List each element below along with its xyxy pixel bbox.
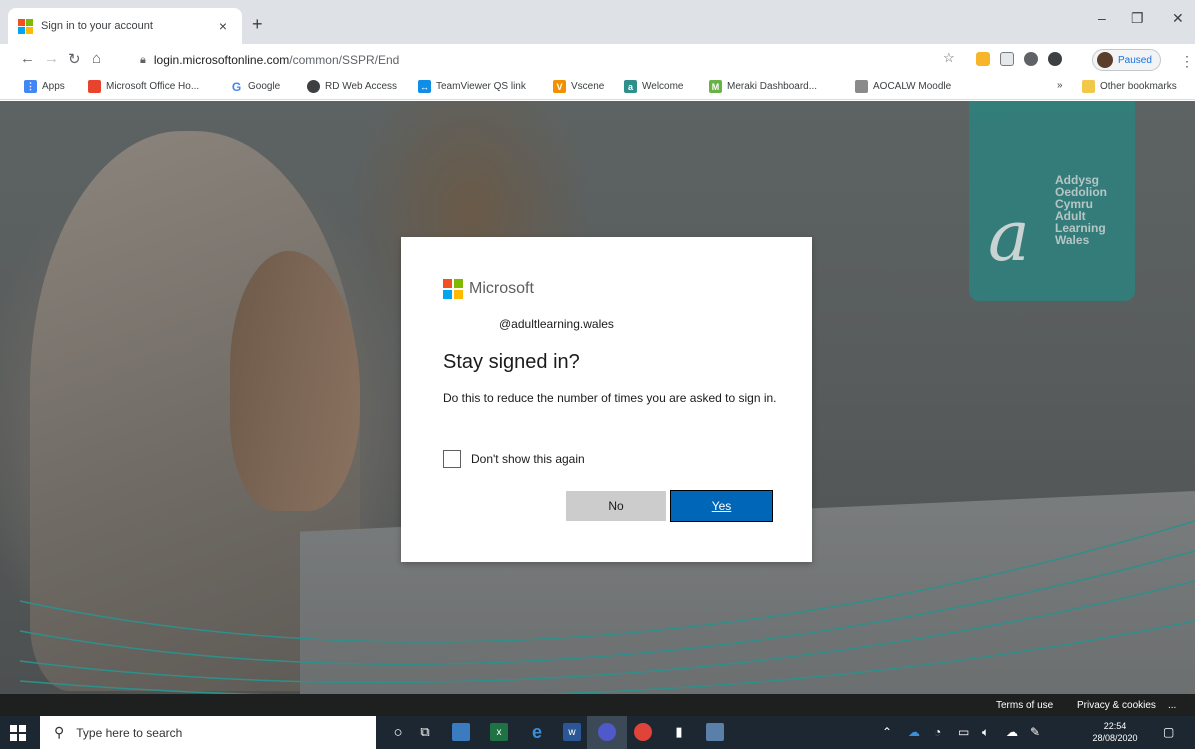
cortana-icon[interactable]: ○: [389, 723, 407, 741]
stay-signed-in-dialog: Microsoft @adultlearning.wales Stay sign…: [401, 237, 812, 562]
pen-icon[interactable]: ✎: [1030, 725, 1040, 739]
taskbar-search-placeholder: Type here to search: [76, 725, 183, 740]
extension-icon[interactable]: [976, 52, 990, 66]
volume-icon[interactable]: 🔈︎: [982, 725, 989, 740]
bookmark-google[interactable]: G Google: [230, 79, 280, 94]
meraki-icon: M: [709, 80, 722, 93]
terms-of-use-link[interactable]: Terms of use: [996, 700, 1053, 711]
more-options-link[interactable]: ...: [1168, 700, 1176, 711]
page-footer: Terms of use Privacy & cookies ...: [0, 694, 1195, 716]
minimize-button[interactable]: –: [1098, 10, 1106, 26]
bookmarks-overflow-button[interactable]: »: [1057, 80, 1063, 91]
vscene-icon: V: [553, 80, 566, 93]
close-window-button[interactable]: ✕: [1172, 10, 1184, 27]
lock-icon: 🔒︎: [140, 53, 146, 66]
teams-icon[interactable]: [598, 723, 616, 741]
bookmark-moodle[interactable]: AOCALW Moodle: [855, 80, 951, 93]
task-view-icon[interactable]: ⧉: [416, 723, 434, 741]
network-icon[interactable]: ◔: [934, 725, 941, 739]
brand-logo-icon: a: [988, 195, 1030, 277]
overflow-icon: »: [1057, 80, 1063, 91]
tab-title: Sign in to your account: [41, 20, 153, 32]
search-icon: ⚲: [54, 724, 65, 740]
bookmark-rd-web-access[interactable]: RD Web Access: [307, 80, 397, 93]
dont-show-again-row[interactable]: Don't show this again: [443, 450, 585, 468]
microsoft-logo: Microsoft: [443, 279, 534, 299]
bookmark-teamviewer[interactable]: ↔ TeamViewer QS link: [418, 80, 526, 93]
welcome-icon: a: [624, 80, 637, 93]
onedrive-icon[interactable]: ☁: [908, 725, 920, 739]
dont-show-again-checkbox[interactable]: [443, 450, 461, 468]
google-icon: G: [230, 79, 243, 94]
microsoft-wordmark: Microsoft: [469, 280, 534, 297]
url-host: login.microsoftonline.com: [153, 53, 290, 67]
avatar: [1097, 52, 1113, 68]
reload-icon[interactable]: ↻: [68, 50, 81, 68]
bookmark-welcome[interactable]: a Welcome: [624, 80, 684, 93]
browser-menu-icon[interactable]: ⋮: [1180, 53, 1194, 70]
internet-explorer-icon[interactable]: e: [528, 722, 546, 742]
taskbar-clock[interactable]: 22:54 28/08/2020: [1090, 720, 1140, 744]
extensions-puzzle-icon[interactable]: [1048, 52, 1062, 66]
browser-toolbar: ← → ↻ ⌂ 🔒︎ login.microsoftonline.com/com…: [0, 44, 1195, 76]
windows-start-icon[interactable]: [10, 725, 26, 741]
dialog-title: Stay signed in?: [443, 351, 580, 373]
remote-desktop-icon[interactable]: [706, 723, 724, 741]
bookmark-apps[interactable]: ⋮ Apps: [24, 80, 65, 93]
windows-taskbar: ⚲ Type here to search ○ ⧉ x e w ▮ ⌃ ☁ ◔ …: [0, 716, 1195, 749]
dont-show-again-label[interactable]: Don't show this again: [471, 452, 585, 466]
dialog-description: Do this to reduce the number of times yo…: [443, 391, 777, 405]
brand-name: Addysg Oedolion Cymru Adult Learning Wal…: [1055, 173, 1107, 247]
account-email: @adultlearning.wales: [499, 317, 614, 331]
yes-button[interactable]: Yes: [670, 490, 773, 522]
file-explorer-icon[interactable]: [452, 723, 470, 741]
no-button[interactable]: No: [566, 491, 666, 521]
bookmark-other[interactable]: Other bookmarks: [1082, 80, 1177, 93]
restore-button[interactable]: ❐: [1131, 10, 1144, 27]
rd-web-icon: [307, 80, 320, 93]
browser-tab[interactable]: Sign in to your account ×: [8, 8, 242, 44]
new-tab-button[interactable]: +: [252, 14, 263, 35]
back-arrow-icon[interactable]: ←: [20, 50, 35, 67]
tab-close-icon[interactable]: ×: [214, 18, 232, 34]
battery-icon[interactable]: ▭: [958, 725, 969, 739]
profile-status: Paused: [1118, 54, 1152, 66]
taskbar-search-box[interactable]: ⚲ Type here to search: [40, 716, 376, 749]
bookmark-meraki[interactable]: M Meraki Dashboard...: [709, 80, 817, 93]
profile-button[interactable]: Paused: [1092, 49, 1161, 71]
word-icon[interactable]: w: [563, 723, 581, 741]
cloud-icon[interactable]: ☁: [1006, 725, 1018, 739]
bookmarks-bar: ⋮ Apps Microsoft Office Ho... G Google RD …: [0, 76, 1195, 100]
show-hidden-icons-icon[interactable]: ⌃: [882, 725, 892, 739]
bookmark-office[interactable]: Microsoft Office Ho...: [88, 80, 199, 93]
apps-grid-icon: ⋮: [24, 80, 37, 93]
excel-icon[interactable]: x: [490, 723, 508, 741]
app-icon[interactable]: ▮: [670, 723, 688, 741]
clock-date: 28/08/2020: [1092, 733, 1138, 743]
teamviewer-icon: ↔: [418, 80, 431, 93]
folder-icon: [1082, 80, 1095, 93]
extension-icon[interactable]: [1000, 52, 1014, 66]
moodle-icon: [855, 80, 868, 93]
browser-tab-strip: Sign in to your account × + – ❐ ✕: [0, 0, 1195, 44]
notifications-icon[interactable]: ▢: [1163, 725, 1174, 739]
home-icon[interactable]: ⌂: [92, 50, 101, 67]
url-path: /common/SSPR/End: [289, 53, 400, 67]
extension-icon[interactable]: [1024, 52, 1038, 66]
privacy-cookies-link[interactable]: Privacy & cookies: [1077, 700, 1156, 711]
clock-time: 22:54: [1103, 721, 1127, 731]
forward-arrow-icon[interactable]: →: [44, 50, 59, 67]
bookmark-star-icon[interactable]: ☆: [943, 50, 955, 66]
bookmark-vscene[interactable]: V Vscene: [553, 80, 604, 93]
microsoft-logo-icon: [443, 279, 463, 299]
office-icon: [88, 80, 101, 93]
address-bar[interactable]: 🔒︎ login.microsoftonline.com/common/SSPR…: [140, 47, 970, 73]
microsoft-favicon-icon: [18, 19, 33, 34]
chrome-icon[interactable]: [634, 723, 652, 741]
